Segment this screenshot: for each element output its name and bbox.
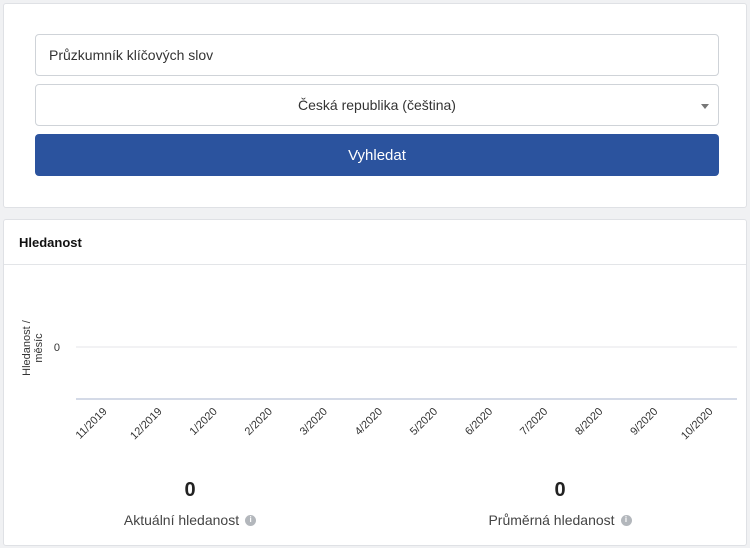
info-icon[interactable]: i bbox=[245, 514, 257, 526]
x-tick-label: 3/2020 bbox=[298, 406, 330, 438]
search-volume-panel: Hledanost Hledanost /měsíc 0 11/2019 12/20… bbox=[3, 219, 747, 546]
x-tick-label: 5/2020 bbox=[408, 406, 440, 438]
search-button[interactable]: Vyhledat bbox=[35, 134, 719, 176]
x-tick-label: 10/2020 bbox=[679, 406, 716, 443]
search-panel: Česká republika (čeština) Vyhledat bbox=[3, 3, 747, 208]
info-icon[interactable]: i bbox=[620, 514, 632, 526]
average-volume-value: 0 bbox=[554, 479, 566, 501]
x-tick-label: 9/2020 bbox=[628, 406, 660, 438]
x-tick-label: 7/2020 bbox=[518, 406, 550, 438]
region-select-value: Česká republika (čeština) bbox=[298, 97, 456, 113]
average-volume-stat: 0 Průměrná hledanost i bbox=[450, 479, 670, 530]
y-tick-label: 0 bbox=[54, 342, 60, 354]
x-tick-label: 2/2020 bbox=[243, 406, 275, 438]
x-tick-label: 6/2020 bbox=[463, 406, 495, 438]
panel-title: Hledanost bbox=[4, 220, 746, 265]
current-volume-stat: 0 Aktuální hledanost i bbox=[80, 479, 300, 530]
x-tick-label: 8/2020 bbox=[573, 406, 605, 438]
average-volume-label: Průměrná hledanost bbox=[488, 512, 615, 528]
x-tick-label: 12/2019 bbox=[128, 406, 165, 443]
region-select[interactable]: Česká republika (čeština) bbox=[35, 84, 719, 126]
x-tick-label: 1/2020 bbox=[188, 406, 220, 438]
current-volume-label: Aktuální hledanost bbox=[123, 512, 240, 528]
chevron-down-icon bbox=[701, 104, 709, 109]
y-axis-title: Hledanost /měsíc bbox=[21, 319, 45, 376]
x-tick-label: 4/2020 bbox=[353, 406, 385, 438]
search-volume-chart: Hledanost /měsíc 0 11/2019 12/2019 1/2020 2/… bbox=[21, 319, 737, 443]
x-tick-label: 11/2019 bbox=[74, 406, 110, 442]
current-volume-value: 0 bbox=[184, 479, 196, 501]
keyword-input[interactable] bbox=[35, 34, 719, 76]
